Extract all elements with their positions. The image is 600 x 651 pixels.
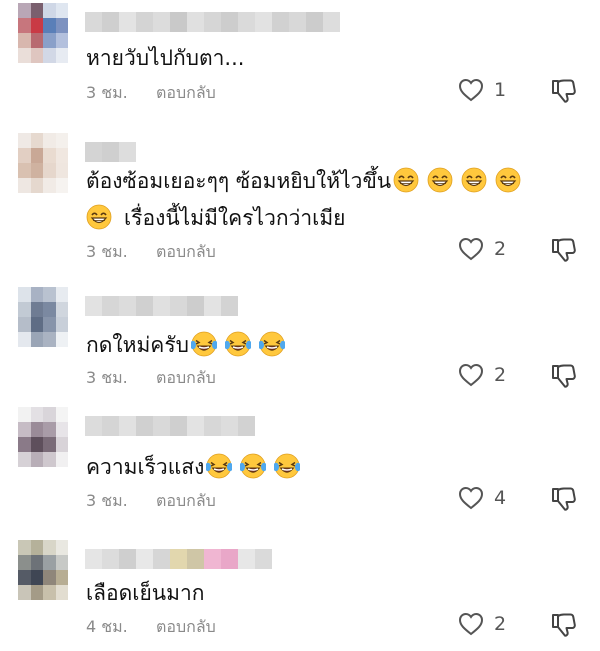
username-blurred[interactable] [85, 549, 272, 569]
comment-text-content: เลือดเย็นมาก [86, 581, 205, 605]
comment-meta: 4 ชม. ตอบกลับ [86, 615, 216, 640]
avatar[interactable] [18, 540, 68, 600]
like-button[interactable]: 2 [458, 612, 506, 636]
comment-item: เลือดเย็นมาก 4 ชม. ตอบกลับ 2 [0, 0, 600, 651]
comment-text: เลือดเย็นมาก [86, 575, 204, 611]
heart-icon [458, 612, 484, 636]
dislike-button[interactable] [550, 611, 578, 643]
like-count: 2 [494, 613, 507, 635]
reply-button[interactable]: ตอบกลับ [156, 615, 216, 640]
timestamp: 4 ชม. [86, 617, 128, 636]
thumbs-down-icon [552, 613, 576, 637]
